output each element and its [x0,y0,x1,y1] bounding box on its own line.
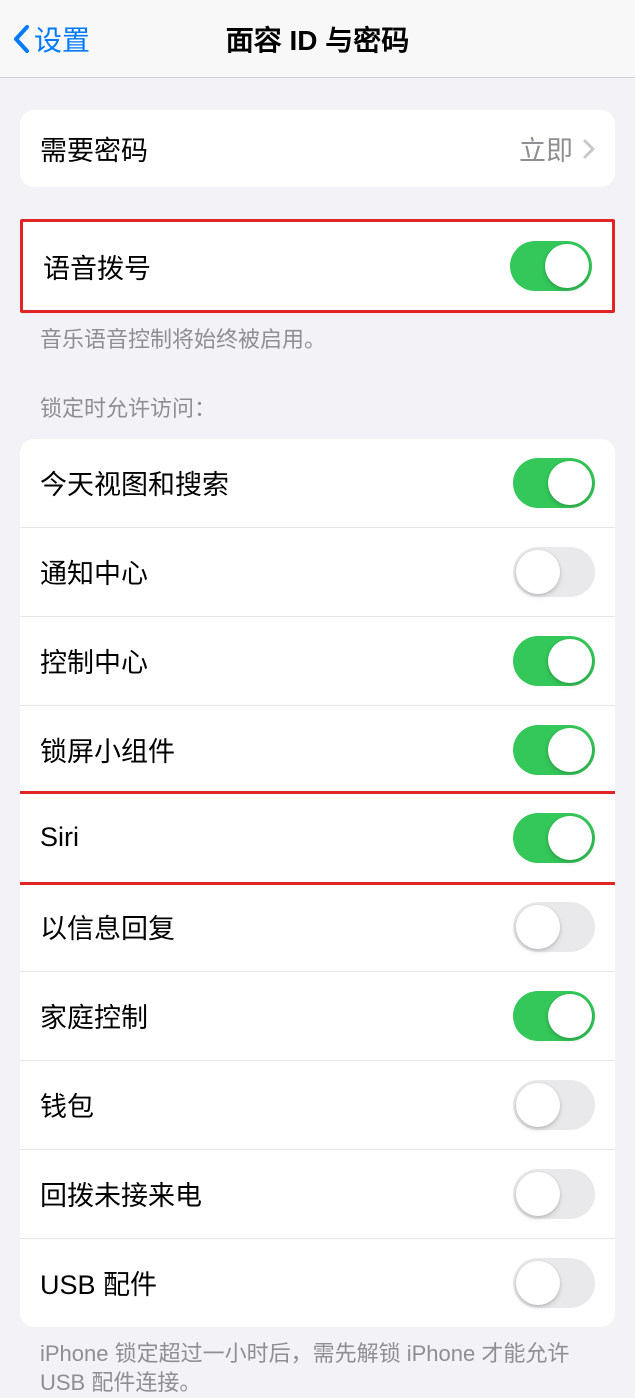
require-passcode-value: 立即 [519,129,573,168]
lock-access-row: 回拨未接来电 [20,1149,615,1238]
lock-access-row: 通知中心 [20,527,615,616]
lock-access-toggle[interactable] [513,458,595,508]
lock-access-label: 今天视图和搜索 [40,463,229,502]
lock-access-group: 今天视图和搜索通知中心控制中心锁屏小组件 Siri 以信息回复家庭控制钱包回拨未接来… [20,439,615,1327]
toggle-knob [548,639,592,683]
lock-access-label: 回拨未接来电 [40,1174,202,1213]
back-label: 设置 [34,19,90,59]
toggle-knob [548,994,592,1038]
lock-access-row: Siri [20,791,615,885]
require-passcode-value-wrap: 立即 [519,129,595,168]
lock-access-label: 锁屏小组件 [40,730,175,769]
require-passcode-group: 需要密码 立即 [20,110,615,187]
toggle-knob [545,244,589,288]
lock-section-header: 锁定时允许访问： [20,355,615,431]
lock-access-toggle[interactable] [513,636,595,686]
toggle-knob [516,1172,560,1216]
require-passcode-row[interactable]: 需要密码 立即 [20,110,615,187]
voice-dial-footer: 音乐语音控制将始终被启用。 [20,313,615,355]
require-passcode-label: 需要密码 [40,129,148,168]
lock-access-label: 控制中心 [40,641,148,680]
toggle-knob [516,905,560,949]
toggle-knob [516,1261,560,1305]
lock-access-row: USB 配件 [20,1238,615,1327]
lock-access-label: Siri [40,822,79,853]
page-title: 面容 ID 与密码 [226,19,410,59]
lock-access-row: 锁屏小组件 [20,705,615,794]
lock-access-toggle[interactable] [513,1258,595,1308]
lock-access-toggle[interactable] [513,547,595,597]
lock-access-toggle[interactable] [513,1080,595,1130]
lock-access-toggle[interactable] [513,1169,595,1219]
lock-access-toggle[interactable] [513,991,595,1041]
lock-access-row: 家庭控制 [20,971,615,1060]
toggle-knob [516,550,560,594]
lock-access-label: USB 配件 [40,1263,157,1302]
lock-access-label: 通知中心 [40,552,148,591]
voice-dial-group: 语音拨号 [20,219,615,313]
voice-dial-label: 语音拨号 [43,247,151,286]
toggle-knob [548,728,592,772]
lock-access-toggle[interactable] [513,813,595,863]
lock-access-label: 家庭控制 [40,996,148,1035]
toggle-knob [516,1083,560,1127]
lock-access-toggle[interactable] [513,902,595,952]
chevron-left-icon [12,24,30,54]
lock-access-row: 控制中心 [20,616,615,705]
lock-section-footer: iPhone 锁定超过一小时后，需先解锁 iPhone 才能允许USB 配件连接… [20,1327,615,1398]
lock-access-label: 以信息回复 [40,907,175,946]
lock-access-label: 钱包 [40,1085,94,1124]
toggle-knob [548,461,592,505]
lock-access-row: 以信息回复 [20,882,615,971]
toggle-knob [548,816,592,860]
lock-access-row: 今天视图和搜索 [20,439,615,527]
lock-access-toggle[interactable] [513,725,595,775]
lock-access-row: 钱包 [20,1060,615,1149]
navigation-header: 设置 面容 ID 与密码 [0,0,635,78]
chevron-right-icon [583,139,595,159]
voice-dial-toggle[interactable] [510,241,592,291]
voice-dial-row: 语音拨号 [23,222,612,310]
back-button[interactable]: 设置 [0,19,90,59]
